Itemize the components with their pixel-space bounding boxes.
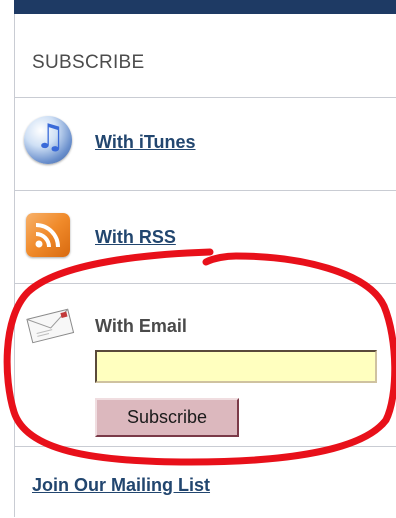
itunes-row: ♫ With iTunes (15, 98, 396, 191)
join-mailing-list-link[interactable]: Join Our Mailing List (32, 475, 210, 496)
itunes-icon[interactable]: ♫ (24, 116, 72, 164)
email-label: With Email (95, 316, 187, 336)
panel-top-bar (14, 0, 396, 14)
email-field[interactable] (95, 350, 377, 383)
email-subscribe-section: With Email Subscribe (15, 284, 396, 446)
subscribe-heading-row: SUBSCRIBE (15, 14, 396, 98)
subscribe-heading: SUBSCRIBE (32, 52, 145, 73)
rss-feed-icon[interactable] (26, 213, 70, 257)
music-note-icon: ♫ (35, 117, 66, 157)
envelope-icon (23, 306, 77, 344)
rss-row: With RSS (15, 191, 396, 284)
mailing-list-row: Join Our Mailing List (15, 446, 396, 518)
itunes-subscribe-link[interactable]: With iTunes (95, 132, 196, 153)
rss-subscribe-link[interactable]: With RSS (95, 227, 176, 248)
subscribe-button[interactable]: Subscribe (95, 398, 239, 437)
